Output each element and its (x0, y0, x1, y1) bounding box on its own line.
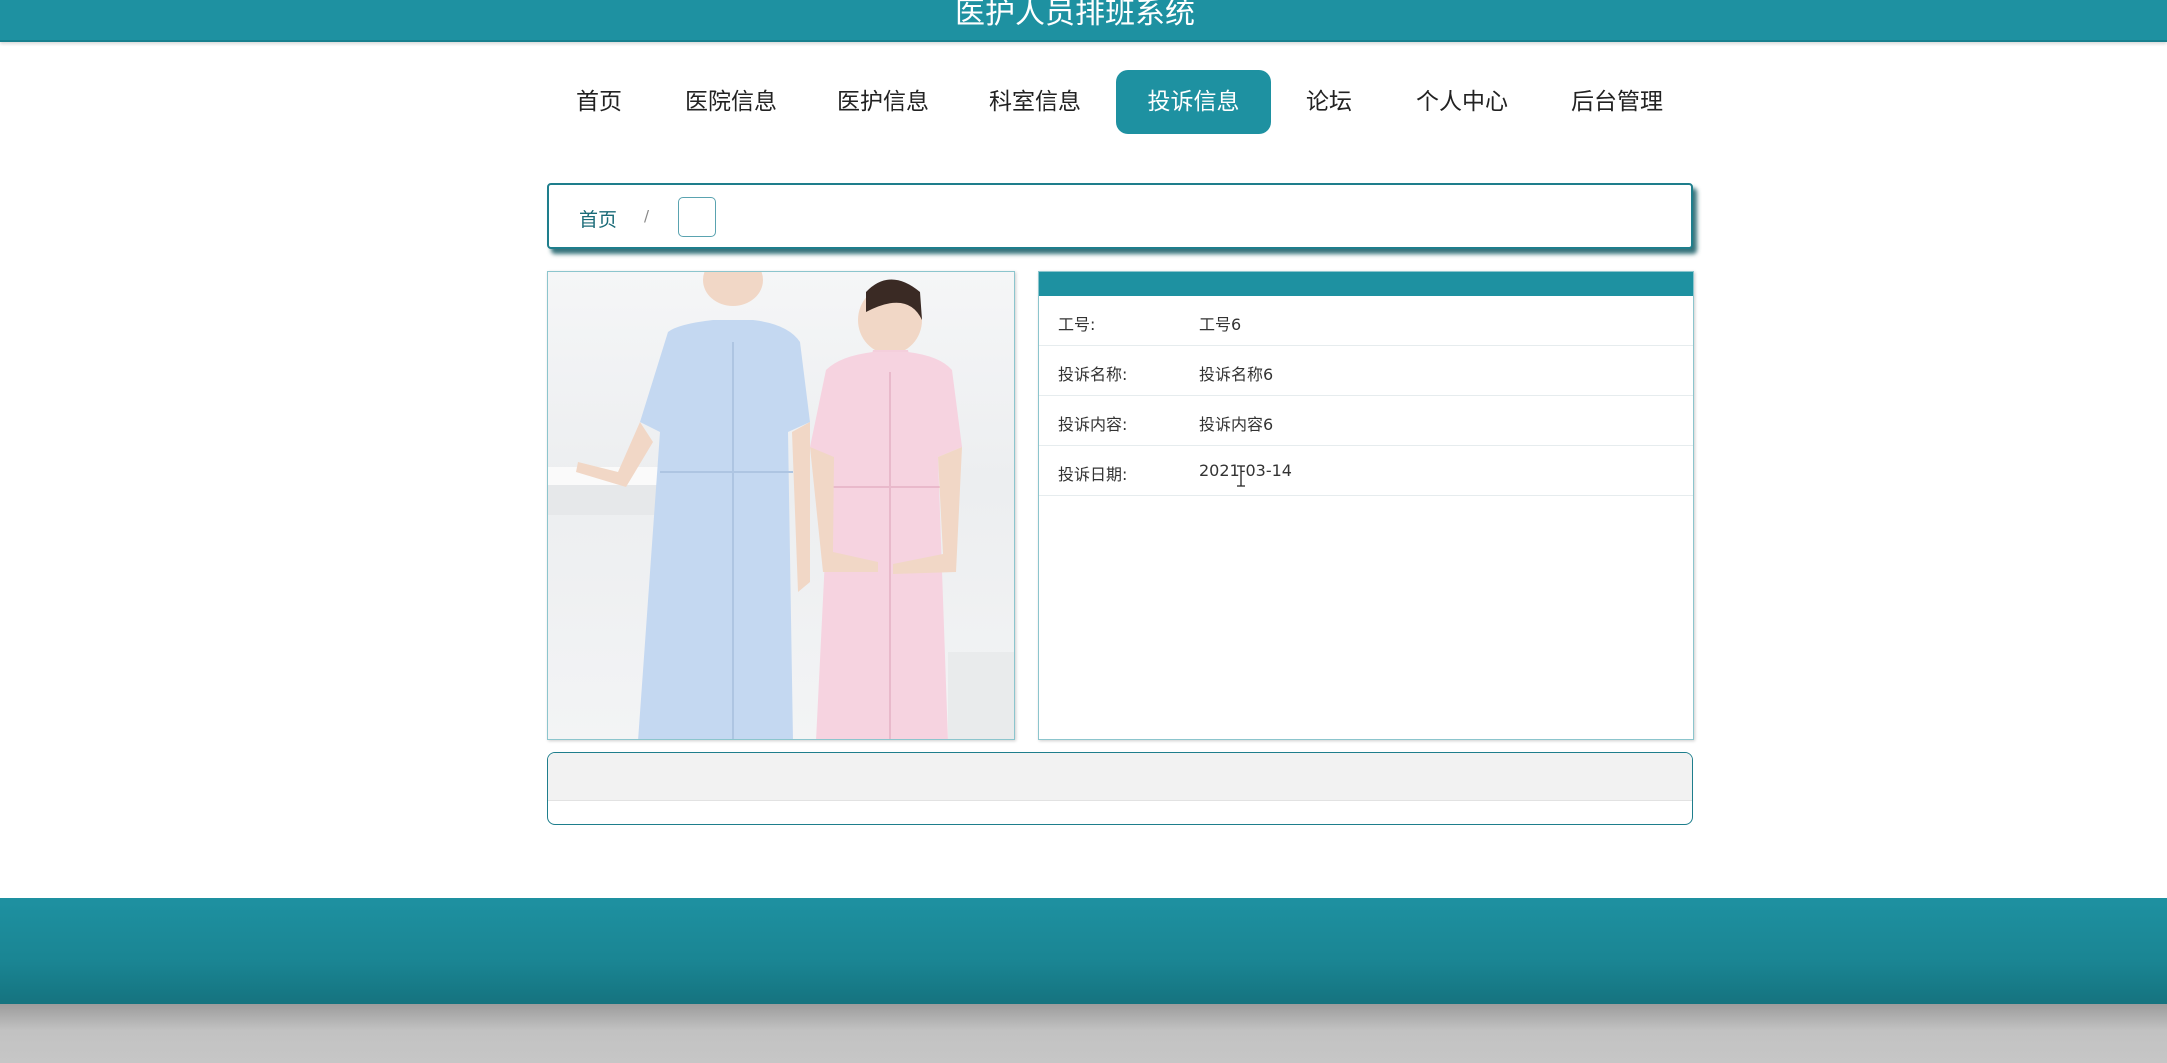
nav-item-medical-staff-info[interactable]: 医护信息 (826, 70, 940, 134)
detail-value: 工号6 (1199, 315, 1242, 334)
detail-row-complaint-content: 投诉内容: 投诉内容6 (1039, 396, 1693, 446)
detail-label: 投诉日期: (1058, 465, 1128, 484)
bottom-strip (0, 1004, 2167, 1063)
nav-item-complaint-info[interactable]: 投诉信息 (1116, 70, 1271, 134)
site-title: 医护人员排班系统 (955, 0, 1195, 31)
detail-label: 投诉名称: (1058, 365, 1128, 384)
comment-section (547, 752, 1693, 825)
breadcrumb-current (678, 197, 716, 237)
comment-header (548, 753, 1692, 801)
detail-row-complaint-date: 投诉日期: 2021-03-14 (1039, 446, 1693, 496)
detail-value: 投诉名称6 (1199, 365, 1274, 384)
detail-value: 投诉内容6 (1199, 415, 1274, 434)
detail-row-complaint-name: 投诉名称: 投诉名称6 (1039, 346, 1693, 396)
complaint-detail-panel: 工号: 工号6 投诉名称: 投诉名称6 投诉内容: 投诉内容6 投诉日期: 20… (1038, 271, 1694, 740)
detail-label: 投诉内容: (1058, 415, 1128, 434)
nav-item-forum[interactable]: 论坛 (1297, 70, 1361, 134)
breadcrumb-separator: / (644, 207, 650, 225)
detail-label: 工号: (1058, 315, 1096, 334)
nav-item-admin[interactable]: 后台管理 (1559, 70, 1675, 134)
footer (0, 898, 2167, 1004)
detail-row-employee-id: 工号: 工号6 (1039, 296, 1693, 346)
complaint-image (547, 271, 1015, 740)
nav-item-personal-center[interactable]: 个人中心 (1404, 70, 1520, 134)
nav-item-home[interactable]: 首页 (557, 70, 641, 134)
nav-item-hospital-info[interactable]: 医院信息 (674, 70, 788, 134)
detail-header-bar (1039, 272, 1693, 296)
breadcrumb: 首页 / (547, 183, 1693, 249)
nav-item-department-info[interactable]: 科室信息 (978, 70, 1092, 134)
main-nav: 首页 医院信息 医护信息 科室信息 投诉信息 论坛 个人中心 后台管理 (0, 70, 2167, 134)
nurses-photo (548, 272, 1014, 739)
top-header-bar: 医护人员排班系统 (0, 0, 2167, 42)
text-cursor-icon (1236, 465, 1245, 487)
breadcrumb-home-link[interactable]: 首页 (579, 205, 617, 232)
